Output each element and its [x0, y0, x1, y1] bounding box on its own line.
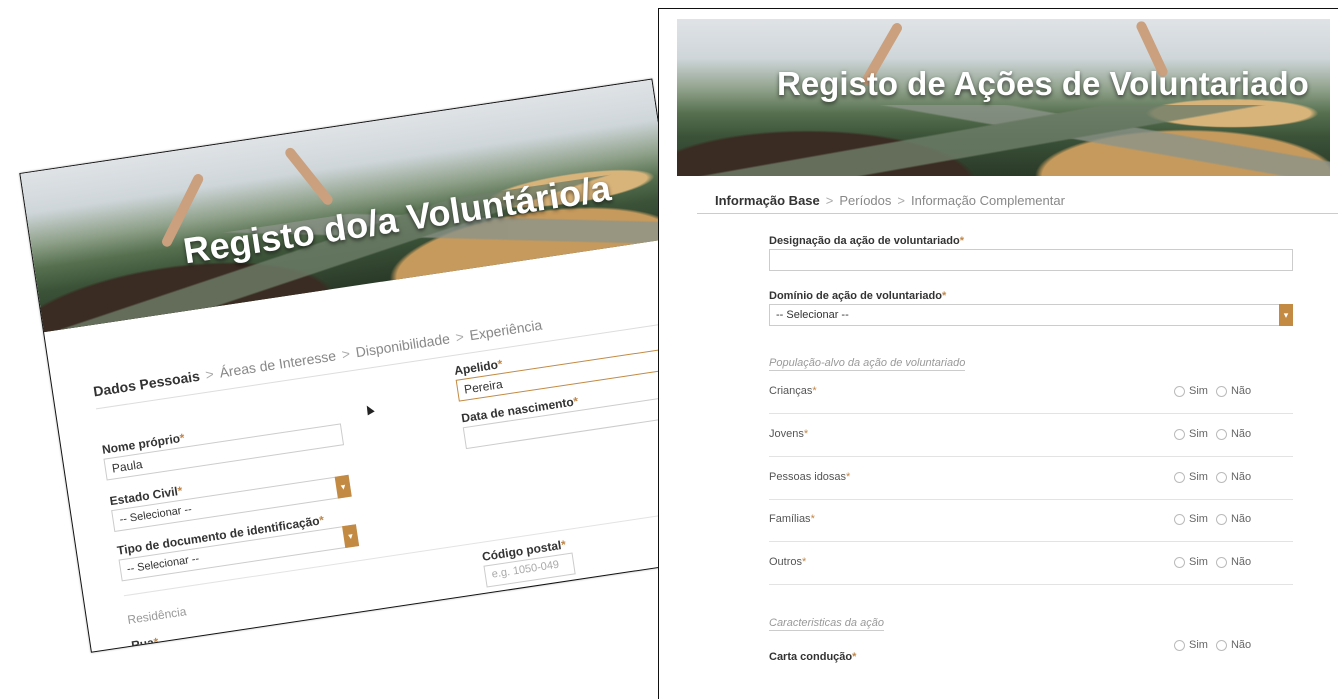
rua-label: Rua*: [130, 634, 160, 653]
row-label: Pessoas idosas*: [769, 471, 851, 483]
yes-no-radio-group: Sim Não: [1174, 513, 1259, 525]
required-marker: *: [178, 430, 186, 446]
crumb-informacao-base[interactable]: Informação Base: [715, 193, 820, 208]
page-title: Registo de Ações de Voluntariado: [777, 65, 1309, 102]
banner-arm: [283, 145, 335, 207]
yes-no-radio-group: Sim Não: [1174, 471, 1259, 483]
required-marker: *: [560, 537, 567, 552]
radio-sim-label: Sim: [1189, 556, 1208, 568]
volunteer-action-registration-card: Registo de Ações de Voluntariado Informa…: [658, 8, 1338, 699]
yes-no-radio-group: Sim Não: [1174, 639, 1259, 651]
radio-nao-label: Não: [1230, 513, 1252, 525]
radio-nao[interactable]: [1215, 428, 1227, 440]
crumb-separator: >: [340, 345, 352, 363]
row-label: Jovens*: [769, 428, 809, 440]
radio-nao[interactable]: [1215, 471, 1227, 483]
nome-input[interactable]: Paula: [103, 423, 345, 481]
list-item: Crianças* Sim Não: [769, 371, 1293, 414]
required-marker: *: [176, 483, 184, 499]
radio-nao[interactable]: [1215, 385, 1227, 397]
crumb-separator: >: [454, 328, 465, 346]
radio-sim[interactable]: [1174, 556, 1185, 568]
crumb-separator: >: [897, 193, 905, 208]
carta-conducao-label: Carta condução*: [769, 651, 857, 663]
required-marker: *: [496, 356, 504, 372]
radio-nao-label: Não: [1230, 556, 1252, 568]
header-banner: Registo de Ações de Voluntariado: [677, 19, 1330, 176]
chevron-down-icon[interactable]: ▾: [342, 524, 360, 549]
required-marker: *: [852, 651, 857, 663]
designacao-label: Designação da ação de voluntariado*: [769, 235, 965, 247]
row-label: Crianças*: [769, 385, 817, 397]
designacao-input[interactable]: [769, 249, 1293, 271]
required-marker: *: [812, 385, 817, 397]
radio-sim-label: Sim: [1189, 471, 1208, 483]
radio-nao[interactable]: [1215, 556, 1227, 568]
required-marker: *: [810, 513, 815, 525]
list-item: Famílias* Sim Não: [769, 499, 1293, 542]
radio-nao-label: Não: [1230, 639, 1252, 651]
dominio-label: Domínio de ação de voluntariado*: [769, 290, 947, 302]
chevron-down-icon[interactable]: ▾: [1279, 304, 1293, 326]
residencia-section-label: Residência: [126, 604, 188, 627]
radio-sim-label: Sim: [1189, 639, 1208, 651]
header-banner: Registo do/a Voluntário/a: [20, 79, 676, 333]
crumb-periodos[interactable]: Períodos: [839, 193, 891, 208]
required-marker: *: [941, 290, 947, 302]
row-label: Famílias*: [769, 513, 815, 525]
required-marker: *: [803, 428, 809, 440]
dominio-select[interactable]: -- Selecionar -- ▾: [769, 304, 1293, 326]
banner-landscape: [677, 105, 1330, 176]
radio-sim[interactable]: [1174, 428, 1185, 440]
radio-nao[interactable]: [1215, 639, 1227, 651]
radio-sim-label: Sim: [1189, 428, 1208, 440]
caracteristicas-section-label: Caracteristicas da ação: [769, 617, 884, 631]
crumb-separator: >: [825, 193, 834, 208]
breadcrumb: Informação Base > Períodos > Informação Comp…: [715, 193, 1065, 208]
crumb-experiencia[interactable]: Experiência: [468, 317, 543, 344]
row-label: Outros*: [769, 556, 807, 568]
radio-nao-label: Não: [1230, 385, 1252, 397]
populacao-alvo-section-label: População-alvo da ação de voluntariado: [769, 357, 966, 371]
required-marker: *: [959, 235, 965, 247]
required-marker: *: [152, 634, 160, 650]
chevron-down-icon[interactable]: ▾: [334, 474, 352, 499]
crumb-informacao-complementar[interactable]: Informação Complementar: [911, 193, 1065, 208]
list-item: Jovens* Sim Não: [769, 414, 1293, 457]
radio-nao-label: Não: [1230, 428, 1252, 440]
radio-sim[interactable]: [1174, 471, 1185, 483]
radio-sim[interactable]: [1174, 639, 1185, 651]
radio-sim[interactable]: [1174, 513, 1185, 525]
volunteer-registration-card: Registo do/a Voluntário/a Dados Pessoais…: [19, 78, 724, 653]
radio-sim[interactable]: [1174, 385, 1185, 397]
list-item: Pessoas idosas* Sim Não: [769, 457, 1293, 500]
required-marker: *: [318, 512, 326, 528]
yes-no-radio-group: Sim Não: [1174, 385, 1259, 397]
radio-nao[interactable]: [1215, 513, 1227, 525]
crumb-disponibilidade[interactable]: Disponibilidade: [355, 330, 451, 360]
required-marker: *: [846, 471, 851, 483]
radio-sim-label: Sim: [1189, 513, 1208, 525]
list-item: Outros* Sim Não: [769, 542, 1293, 585]
radio-sim-label: Sim: [1189, 385, 1208, 397]
divider: [697, 213, 1338, 214]
radio-nao-label: Não: [1230, 471, 1252, 483]
yes-no-radio-group: Sim Não: [1174, 556, 1259, 568]
yes-no-radio-group: Sim Não: [1174, 428, 1259, 440]
crumb-separator: >: [204, 365, 215, 383]
required-marker: *: [572, 394, 580, 409]
required-marker: *: [802, 556, 807, 568]
